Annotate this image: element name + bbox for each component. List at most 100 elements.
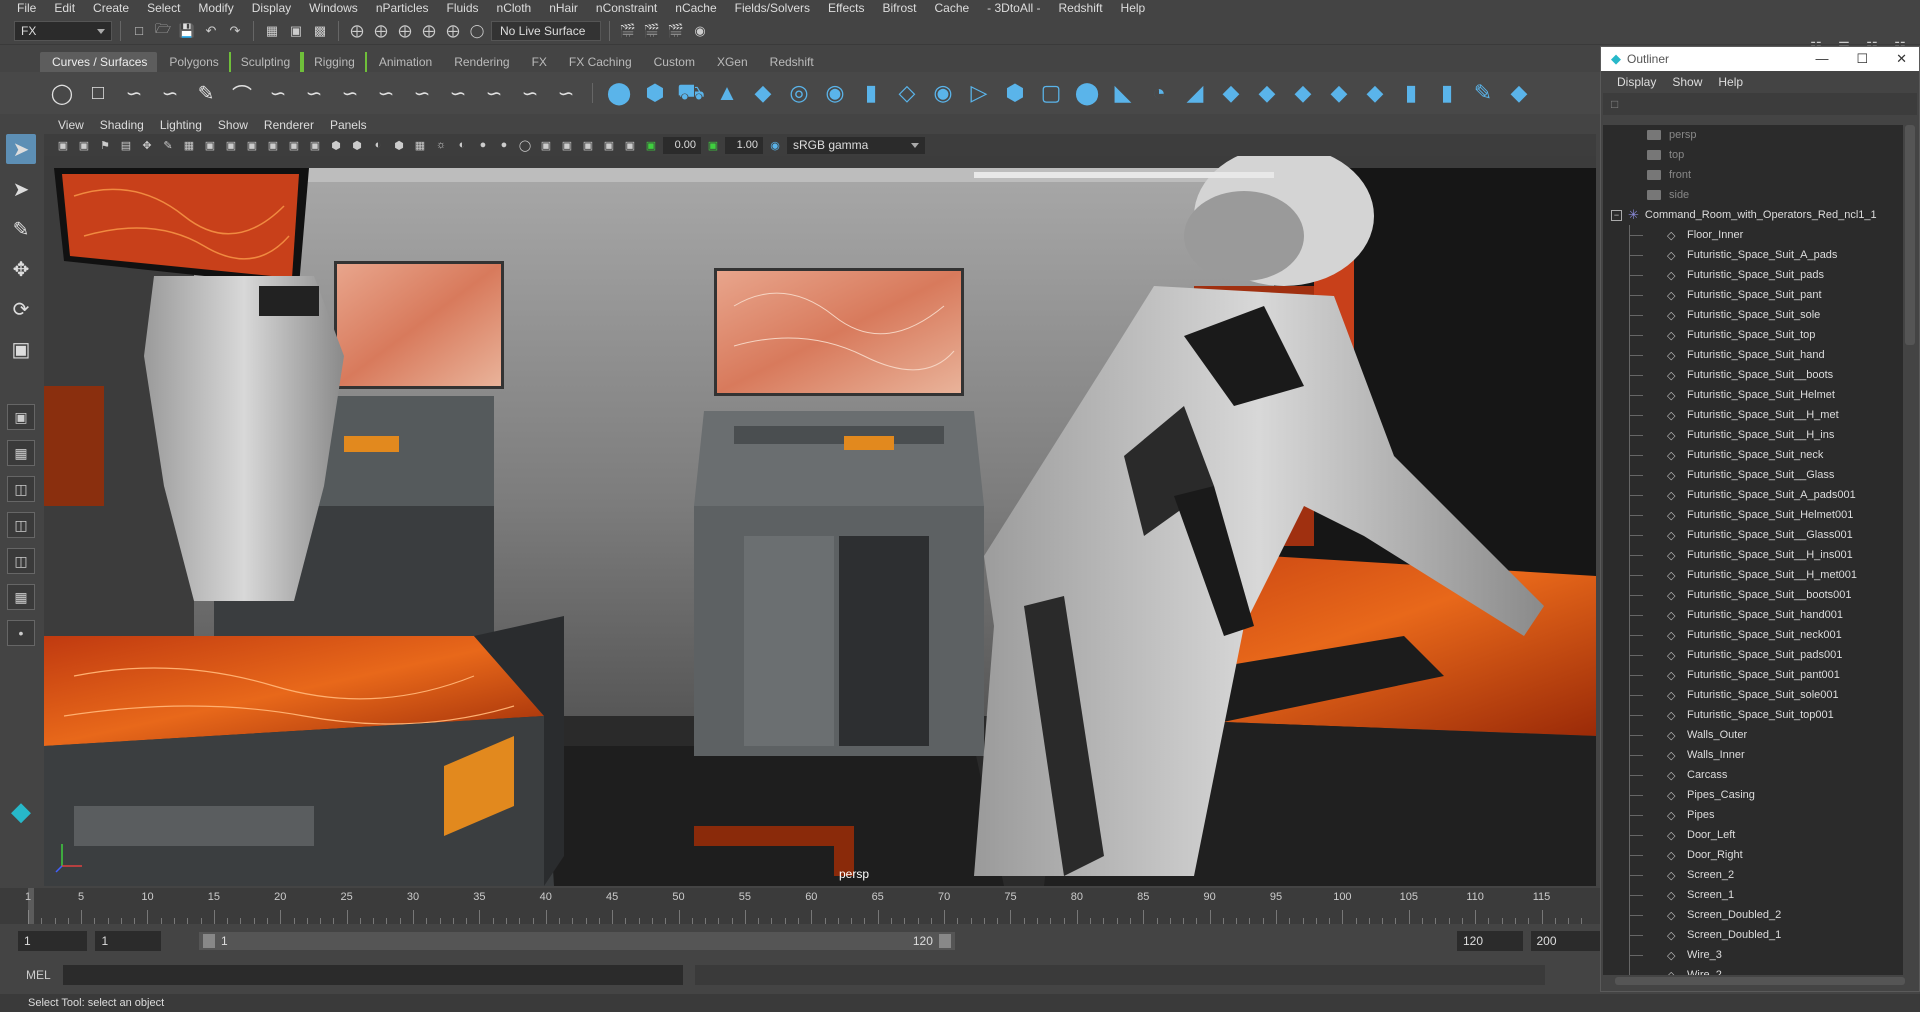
- extend-curve-icon[interactable]: ∽: [408, 79, 436, 107]
- outliner-mesh-row[interactable]: ◇ Screen_Doubled_2: [1603, 905, 1903, 925]
- snap-grid-icon[interactable]: ⨁: [347, 21, 367, 41]
- outliner-mesh-row[interactable]: ◇ Futuristic_Space_Suit_sole: [1603, 305, 1903, 325]
- outliner-mesh-row[interactable]: ◇ Futuristic_Space_Suit_pads: [1603, 265, 1903, 285]
- outliner-menu-show[interactable]: Show: [1664, 75, 1710, 89]
- range-end-handle[interactable]: [938, 934, 951, 948]
- render-frame-icon[interactable]: 🎬: [618, 21, 638, 41]
- outliner-group-row[interactable]: − ✳ Command_Room_with_Operators_Red_ncl1_1: [1603, 205, 1903, 225]
- menu-nparticles[interactable]: nParticles: [367, 0, 438, 17]
- outliner-mesh-row[interactable]: ◇ Futuristic_Space_Suit__H_met: [1603, 405, 1903, 425]
- shelf-tab-polygons[interactable]: Polygons: [157, 52, 228, 72]
- open-scene-icon[interactable]: 🗁: [153, 21, 173, 41]
- range-start-handle[interactable]: [203, 934, 215, 948]
- hypershade-layout-icon[interactable]: ◫: [7, 548, 35, 574]
- menu-ncache[interactable]: nCache: [666, 0, 725, 17]
- outliner-menu-help[interactable]: Help: [1710, 75, 1751, 89]
- outliner-titlebar[interactable]: ◆ Outliner — ☐ ✕: [1601, 47, 1919, 71]
- outliner-mesh-row[interactable]: ◇ Futuristic_Space_Suit_pads001: [1603, 645, 1903, 665]
- 2d-pan-zoom-icon[interactable]: ✥: [138, 136, 156, 154]
- field-chart-icon[interactable]: ▣: [264, 136, 282, 154]
- animation-start-field[interactable]: 1: [18, 931, 88, 951]
- lasso-tool-icon[interactable]: ➤: [6, 174, 36, 204]
- select-tool-icon[interactable]: ➤: [6, 134, 36, 164]
- menu-ncloth[interactable]: nCloth: [488, 0, 541, 17]
- outliner-mesh-row[interactable]: ◇ Wire_3: [1603, 945, 1903, 965]
- outliner-horizontal-scrollbar[interactable]: [1615, 977, 1905, 985]
- viewport-menu-lighting[interactable]: Lighting: [152, 118, 210, 132]
- surface-editing-icon[interactable]: ◆: [1505, 79, 1533, 107]
- outliner-vertical-scrollbar[interactable]: [1905, 125, 1915, 345]
- scale-tool-icon[interactable]: ▣: [6, 334, 36, 364]
- intersect-icon[interactable]: ◔: [1145, 79, 1173, 107]
- cv-curve-icon[interactable]: ∽: [120, 79, 148, 107]
- snap-view-icon[interactable]: ⨁: [419, 21, 439, 41]
- grease-pencil-icon[interactable]: ✎: [159, 136, 177, 154]
- playback-start-field[interactable]: 1: [95, 931, 161, 951]
- outliner-camera-row[interactable]: top: [1603, 145, 1903, 165]
- attach-surfaces-icon[interactable]: ◆: [1253, 79, 1281, 107]
- shelf-tab-redshift[interactable]: Redshift: [758, 52, 824, 72]
- ipr-render-icon[interactable]: 🎬: [642, 21, 662, 41]
- playback-end-field[interactable]: 120: [1456, 931, 1523, 951]
- outliner-mesh-row[interactable]: ◇ Futuristic_Space_Suit_A_pads001: [1603, 485, 1903, 505]
- shelf-tab-rigging[interactable]: Rigging: [302, 52, 367, 72]
- graph-editor-layout-icon[interactable]: ▦: [7, 584, 35, 610]
- paint-select-icon[interactable]: ✎: [6, 214, 36, 244]
- shelf-tab-sculpting[interactable]: Sculpting: [228, 52, 303, 72]
- revolve-icon[interactable]: ◉: [821, 79, 849, 107]
- outliner-mesh-row[interactable]: ◇ Carcass: [1603, 765, 1903, 785]
- menu-help[interactable]: Help: [1112, 0, 1155, 17]
- menu-3dtoall[interactable]: - 3DtoAll -: [978, 0, 1049, 17]
- minimize-icon[interactable]: —: [1815, 51, 1828, 67]
- isolate-select-icon[interactable]: ▣: [558, 136, 576, 154]
- textured-icon[interactable]: ▦: [411, 136, 429, 154]
- outliner-camera-row[interactable]: front: [1603, 165, 1903, 185]
- single-perspective-layout-icon[interactable]: ▣: [7, 404, 35, 430]
- viewport-menu-shading[interactable]: Shading: [92, 118, 152, 132]
- arc-icon[interactable]: ⌒: [228, 79, 256, 107]
- snap-point-icon[interactable]: ⨁: [395, 21, 415, 41]
- boundary-icon[interactable]: ▢: [1037, 79, 1065, 107]
- shelf-tab-fx-caching[interactable]: FX Caching: [557, 52, 642, 72]
- planar-icon[interactable]: ◇: [893, 79, 921, 107]
- live-surface-field[interactable]: No Live Surface: [491, 20, 601, 41]
- filter-icon[interactable]: □: [1611, 97, 1618, 111]
- viewport-menu-renderer[interactable]: Renderer: [256, 118, 322, 132]
- outliner-camera-row[interactable]: side: [1603, 185, 1903, 205]
- depth-of-field-icon[interactable]: ▣: [537, 136, 555, 154]
- shelf-tab-fx[interactable]: FX: [520, 52, 557, 72]
- menu-windows[interactable]: Windows: [300, 0, 367, 17]
- use-all-lights-icon[interactable]: ☼: [432, 136, 450, 154]
- outliner-mesh-row[interactable]: ◇ Futuristic_Space_Suit__H_met001: [1603, 565, 1903, 585]
- xray-active-icon[interactable]: ▣: [600, 136, 618, 154]
- nurbs-cylinder-icon[interactable]: ⛟: [677, 79, 705, 107]
- outliner-mesh-row[interactable]: ◇ Wire_2: [1603, 965, 1903, 975]
- collapse-icon[interactable]: −: [1611, 209, 1622, 221]
- menu-set-dropdown[interactable]: FX: [14, 20, 112, 41]
- insert-knot-icon[interactable]: ∽: [372, 79, 400, 107]
- outliner-mesh-row[interactable]: ◇ Futuristic_Space_Suit_Helmet: [1603, 385, 1903, 405]
- undo-icon[interactable]: ↶: [201, 21, 221, 41]
- menu-modify[interactable]: Modify: [189, 0, 242, 17]
- script-language-label[interactable]: MEL: [26, 968, 51, 982]
- outliner-mesh-row[interactable]: ◇ Walls_Inner: [1603, 745, 1903, 765]
- persp-outliner-layout-icon[interactable]: ◫: [7, 476, 35, 502]
- outliner-mesh-row[interactable]: ◇ Futuristic_Space_Suit_top: [1603, 325, 1903, 345]
- xray-icon[interactable]: ▣: [579, 136, 597, 154]
- outliner-mesh-row[interactable]: ◇ Futuristic_Space_Suit_pant: [1603, 285, 1903, 305]
- outliner-tree[interactable]: persp top front side − ✳ Command_Room_with_Ope…: [1603, 125, 1903, 975]
- menu-effects[interactable]: Effects: [819, 0, 873, 17]
- square-surface-icon[interactable]: ⬤: [1073, 79, 1101, 107]
- nurbs-plane-icon[interactable]: ◆: [749, 79, 777, 107]
- extend-surface-icon[interactable]: ▮: [1397, 79, 1425, 107]
- film-gate-icon[interactable]: ▣: [201, 136, 219, 154]
- outliner-mesh-row[interactable]: ◇ Door_Left: [1603, 825, 1903, 845]
- range-slider[interactable]: 1 120: [199, 932, 955, 950]
- bezier-curve-icon[interactable]: ∽: [264, 79, 292, 107]
- exposure-field[interactable]: 0.00: [663, 136, 701, 154]
- attach-curves-icon[interactable]: ∽: [300, 79, 328, 107]
- outliner-mesh-row[interactable]: ◇ Screen_2: [1603, 865, 1903, 885]
- outliner-mesh-row[interactable]: ◇ Futuristic_Space_Suit__H_ins: [1603, 425, 1903, 445]
- outliner-mesh-row[interactable]: ◇ Screen_1: [1603, 885, 1903, 905]
- grid-icon[interactable]: ▦: [180, 136, 198, 154]
